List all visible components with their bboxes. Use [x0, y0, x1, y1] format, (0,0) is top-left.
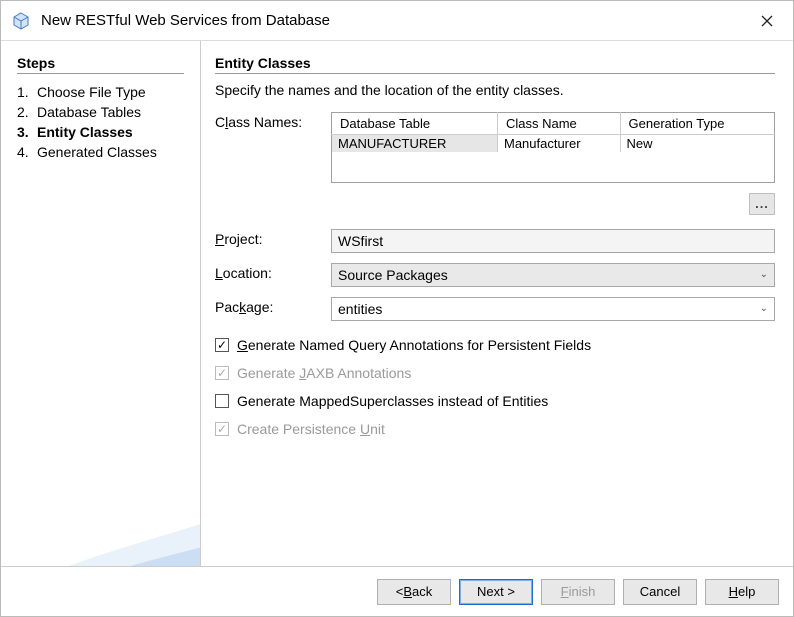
help-button[interactable]: Help: [705, 579, 779, 605]
step-item-4: 4. Generated Classes: [17, 142, 184, 162]
package-row: Package: entities ⌄: [215, 297, 775, 321]
steps-sidebar: Steps 1. Choose File Type 2. Database Ta…: [1, 41, 201, 566]
th-generation-type[interactable]: Generation Type: [620, 113, 774, 135]
page-title: Entity Classes: [215, 55, 775, 74]
back-button[interactable]: < Back: [377, 579, 451, 605]
instruction-text: Specify the names and the location of th…: [215, 82, 775, 98]
wizard-cube-icon: [11, 11, 31, 31]
package-label: Package:: [215, 297, 331, 315]
checkbox-icon: [215, 422, 229, 436]
project-field: [331, 229, 775, 253]
table-header-row: Database Table Class Name Generation Typ…: [332, 113, 775, 135]
cell-database-table[interactable]: MANUFACTURER: [332, 135, 498, 153]
step-item-2: 2. Database Tables: [17, 102, 184, 122]
checkbox-icon: [215, 366, 229, 380]
finish-button: Finish: [541, 579, 615, 605]
titlebar: New RESTful Web Services from Database: [1, 1, 793, 41]
table-row[interactable]: MANUFACTURER Manufacturer New: [332, 135, 775, 153]
chevron-down-icon: ⌄: [760, 268, 768, 279]
checkbox-icon[interactable]: [215, 394, 229, 408]
chevron-down-icon: ⌄: [760, 302, 768, 313]
chk-mappedsuper[interactable]: Generate MappedSuperclasses instead of E…: [215, 393, 775, 409]
location-value: Source Packages: [338, 267, 448, 283]
decorative-swoosh-icon: [1, 316, 201, 566]
next-button[interactable]: Next >: [459, 579, 533, 605]
cell-generation-type[interactable]: New: [620, 135, 774, 153]
chk-persistence-unit-label: Create Persistence Unit: [237, 421, 385, 437]
close-icon[interactable]: [749, 7, 785, 35]
package-combobox[interactable]: entities ⌄: [331, 297, 775, 321]
chk-mappedsuper-label: Generate MappedSuperclasses instead of E…: [237, 393, 548, 409]
cell-class-name[interactable]: Manufacturer: [497, 135, 620, 153]
chk-jaxb-label: Generate JAXB Annotations: [237, 365, 411, 381]
table-empty-row: [332, 152, 775, 182]
class-names-row: Class Names: Database Table Class Name G…: [215, 112, 775, 183]
chk-persistence-unit: Create Persistence Unit: [215, 421, 775, 437]
window-title: New RESTful Web Services from Database: [41, 12, 749, 29]
package-value: entities: [338, 301, 382, 317]
th-database-table[interactable]: Database Table: [332, 113, 498, 135]
class-names-table[interactable]: Database Table Class Name Generation Typ…: [331, 112, 775, 183]
browse-button[interactable]: ...: [749, 193, 775, 215]
project-label: Project:: [215, 229, 331, 247]
wizard-footer: < Back Next > Finish Cancel Help: [1, 566, 793, 616]
chk-named-query-label: Generate Named Query Annotations for Per…: [237, 337, 591, 353]
steps-heading: Steps: [17, 55, 184, 74]
location-select[interactable]: Source Packages ⌄: [331, 263, 775, 287]
step-item-3: 3. Entity Classes: [17, 122, 184, 142]
class-names-label: Class Names:: [215, 112, 331, 130]
chk-named-query[interactable]: Generate Named Query Annotations for Per…: [215, 337, 775, 353]
cancel-button[interactable]: Cancel: [623, 579, 697, 605]
main-panel: Entity Classes Specify the names and the…: [201, 41, 793, 566]
location-label: Location:: [215, 263, 331, 281]
project-row: Project:: [215, 229, 775, 253]
step-item-1: 1. Choose File Type: [17, 82, 184, 102]
checkbox-icon[interactable]: [215, 338, 229, 352]
chk-jaxb: Generate JAXB Annotations: [215, 365, 775, 381]
location-row: Location: Source Packages ⌄: [215, 263, 775, 287]
th-class-name[interactable]: Class Name: [497, 113, 620, 135]
